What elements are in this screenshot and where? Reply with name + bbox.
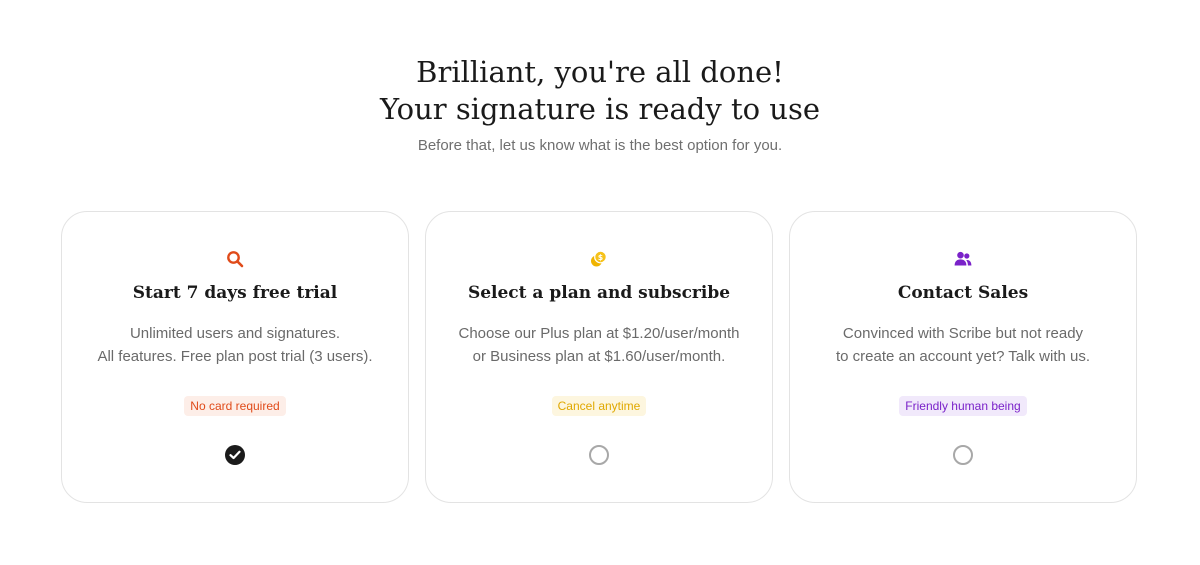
checkmark-icon (229, 450, 241, 460)
card-description: Convinced with Scribe but not ready to c… (790, 322, 1136, 368)
coins-icon: $ (426, 249, 772, 269)
card-description-line1: Choose our Plus plan at $1.20/user/month (458, 325, 740, 342)
option-radio-select-plan[interactable] (589, 445, 609, 465)
card-description: Unlimited users and signatures. All feat… (62, 322, 408, 368)
card-description-line1: Convinced with Scribe but not ready (842, 325, 1084, 342)
page-title-line2: Your signature is ready to use (379, 92, 820, 126)
radio-container (426, 445, 772, 465)
card-description-line1: Unlimited users and signatures. (129, 325, 341, 342)
card-description-line2: All features. Free plan post trial (3 us… (97, 348, 373, 365)
option-card-contact-sales[interactable]: Contact Sales Convinced with Scribe but … (789, 211, 1137, 503)
svg-text:$: $ (598, 253, 603, 262)
radio-container (62, 445, 408, 465)
page-header: Brilliant, you're all done! Your signatu… (0, 54, 1200, 154)
badge-container: Friendly human being (790, 396, 1136, 416)
page-subtitle: Before that, let us know what is the bes… (417, 137, 783, 154)
option-cards: Start 7 days free trial Unlimited users … (61, 211, 1139, 503)
cancel-anytime-badge: Cancel anytime (551, 396, 647, 416)
no-card-required-badge: No card required (184, 396, 286, 416)
radio-container (790, 445, 1136, 465)
page-title-line1: Brilliant, you're all done! (416, 55, 784, 89)
page-title: Brilliant, you're all done! Your signatu… (0, 54, 1200, 128)
friendly-human-badge: Friendly human being (899, 396, 1027, 416)
card-description: Choose our Plus plan at $1.20/user/month… (426, 322, 772, 368)
card-title: Start 7 days free trial (132, 283, 338, 303)
option-card-free-trial[interactable]: Start 7 days free trial Unlimited users … (61, 211, 409, 503)
option-card-select-plan[interactable]: $ Select a plan and subscribe Choose our… (425, 211, 773, 503)
badge-container: Cancel anytime (426, 396, 772, 416)
option-radio-contact-sales[interactable] (953, 445, 973, 465)
users-icon (790, 249, 1136, 269)
option-radio-free-trial[interactable] (225, 445, 245, 465)
card-title: Select a plan and subscribe (467, 283, 731, 303)
badge-container: No card required (62, 396, 408, 416)
card-title: Contact Sales (897, 283, 1029, 303)
search-icon (62, 249, 408, 269)
card-description-line2: to create an account yet? Talk with us. (835, 348, 1091, 365)
card-description-line2: or Business plan at $1.60/user/month. (472, 348, 726, 365)
